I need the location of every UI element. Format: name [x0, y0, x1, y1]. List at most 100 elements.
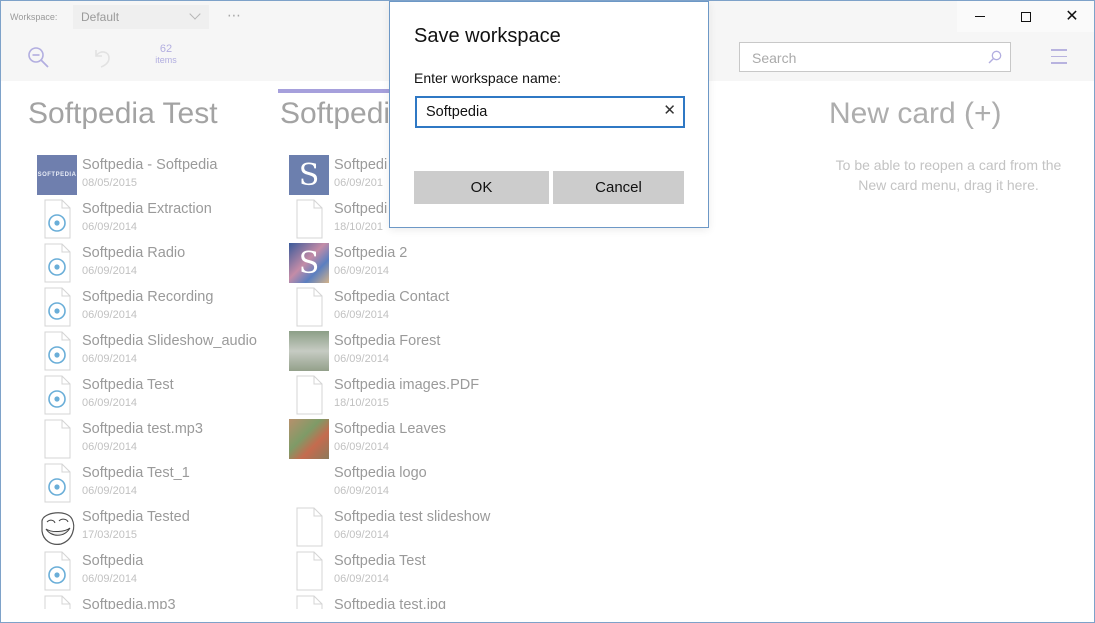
item-name: Softpedi — [334, 157, 388, 173]
item-date: 06/09/2014 — [334, 573, 390, 585]
new-card-title[interactable]: New card (+) — [829, 97, 1002, 131]
audio-file-icon — [37, 287, 77, 327]
workspace-label: Workspace: — [10, 12, 58, 22]
item-name: Softpedia test slideshow — [334, 509, 491, 525]
item-name: Softpedia images.PDF — [334, 377, 480, 393]
save-workspace-dialog: Save workspace Enter workspace name: Sof… — [389, 1, 709, 228]
card-list-item[interactable]: Softpedia test slideshow 06/09/2014 — [289, 506, 524, 550]
item-name: Softpedia - Softpedia — [82, 157, 218, 173]
chevron-down-icon — [189, 8, 201, 20]
blank-file-icon — [289, 375, 329, 415]
more-options-icon[interactable]: ⋯ — [227, 7, 242, 24]
card-list-item[interactable]: Softpedia Recording 06/09/2014 — [37, 286, 272, 330]
card-list-item[interactable]: Softpedia Contact 06/09/2014 — [289, 286, 524, 330]
item-name: Softpedia Test — [334, 553, 426, 569]
card-list-item[interactable]: Softpedia Tested 17/03/2015 — [37, 506, 272, 550]
card-list-item[interactable]: S Softpedia 2 06/09/2014 — [289, 242, 524, 286]
blank-file-icon — [37, 419, 77, 459]
card-list-item[interactable]: Softpedia 06/09/2014 — [37, 550, 272, 594]
audio-file-icon — [37, 595, 77, 609]
card-list-item[interactable]: Softpedia.mp306/09/2014 — [37, 594, 272, 609]
item-date: 18/10/201 — [334, 221, 383, 233]
workspace-name-label: Enter workspace name: — [414, 70, 562, 86]
undo-icon[interactable] — [92, 46, 114, 75]
item-date: 06/09/2014 — [334, 309, 390, 321]
forest-image — [289, 331, 329, 371]
item-date: 06/09/2014 — [82, 353, 138, 365]
card-list-item[interactable]: Softpedia Extraction 06/09/2014 — [37, 198, 272, 242]
card-list-item[interactable]: Softpedia Slideshow_audio 06/09/2014 — [37, 330, 272, 374]
blank-file-icon — [289, 551, 329, 591]
item-name: Softpedia — [82, 553, 144, 569]
hamburger-menu-icon[interactable] — [1051, 49, 1067, 65]
close-icon: ✕ — [1065, 7, 1079, 25]
item-date: 06/09/2014 — [82, 309, 138, 321]
zoom-out-icon[interactable] — [27, 46, 51, 75]
card-list-item[interactable]: Softpedia test.mp3 06/09/2014 — [37, 418, 272, 462]
card-item-list: SOFTPEDIA Softpedia - Softpedia 08/05/2015… — [37, 154, 272, 609]
cancel-button[interactable]: Cancel — [553, 171, 684, 204]
blank-file-icon — [289, 507, 329, 547]
items-counter: 62 items — [151, 43, 181, 65]
audio-file-icon — [37, 199, 77, 239]
maximize-button[interactable] — [1003, 1, 1049, 32]
workspace-name-value: Softpedia — [426, 104, 488, 120]
blank-file-icon — [289, 199, 329, 239]
blank-file-icon — [289, 595, 329, 609]
card-list-item[interactable]: Softpedia Forest 06/09/2014 — [289, 330, 524, 374]
card-list-item[interactable]: Softpedia logo 06/09/2014 — [289, 462, 524, 506]
item-name: Softpedia Test_1 — [82, 465, 190, 481]
items-count: 62 — [159, 43, 173, 55]
card-list-item[interactable]: Softpedia Radio 06/09/2014 — [37, 242, 272, 286]
workspace-dropdown-value: Default — [81, 10, 120, 24]
card-selected-indicator — [278, 89, 390, 93]
minimize-button[interactable] — [957, 1, 1003, 32]
item-date: 06/09/2014 — [82, 441, 138, 453]
search-input[interactable]: Search — [739, 42, 1011, 72]
item-name: Softpedia test.mp3 — [82, 421, 203, 437]
window-controls: ✕ — [957, 1, 1094, 32]
item-date: 06/09/201 — [334, 177, 383, 189]
item-date: 06/09/2014 — [334, 529, 390, 541]
audio-file-icon — [37, 463, 77, 503]
workspace-name-input[interactable]: Softpedia ✕ — [415, 96, 685, 128]
audio-file-icon — [37, 551, 77, 591]
card-list-item[interactable]: Softpedia Test 06/09/2014 — [289, 550, 524, 594]
audio-file-icon — [37, 243, 77, 283]
audio-file-icon — [37, 375, 77, 415]
card-list-item[interactable]: Softpedia test.jpg06/09/2014 — [289, 594, 524, 609]
workspace-dropdown[interactable]: Default — [73, 5, 209, 29]
card-list-item[interactable]: Softpedia images.PDF 18/10/2015 — [289, 374, 524, 418]
item-name: Softpedia Radio — [82, 245, 186, 261]
close-window-button[interactable]: ✕ — [1049, 1, 1094, 32]
item-name: Softpedia Extraction — [82, 201, 212, 217]
item-name: Softpedi — [334, 201, 388, 217]
new-card-hint: To be able to reopen a card from the New… — [835, 157, 1062, 193]
card-list-item[interactable]: SOFTPEDIA Softpedia - Softpedia 08/05/2015 — [37, 154, 272, 198]
clear-input-icon[interactable]: ✕ — [663, 103, 676, 118]
item-date: 06/09/2014 — [82, 485, 138, 497]
card-list-item[interactable]: Softpedia Test_1 06/09/2014 — [37, 462, 272, 506]
item-date: 06/09/2014 — [82, 573, 138, 585]
item-name: Softpedia test.jpg — [334, 597, 447, 609]
s-logo-image: S — [289, 155, 329, 195]
ok-button[interactable]: OK — [414, 171, 549, 204]
item-date: 06/09/2014 — [334, 265, 390, 277]
search-icon[interactable] — [988, 50, 1002, 69]
trollface-image — [37, 507, 77, 547]
item-name: Softpedia 2 — [334, 245, 408, 261]
dialog-title: Save workspace — [414, 25, 561, 47]
brand-image: SOFTPEDIA — [37, 155, 77, 195]
maximize-icon — [1021, 11, 1031, 22]
card-title[interactable]: Softpedia Test — [28, 97, 218, 131]
minimize-icon — [975, 16, 985, 17]
item-name: Softpedia Tested — [82, 509, 190, 525]
thumbnail-placeholder — [289, 463, 329, 503]
card-title[interactable]: Softpedia — [280, 97, 407, 131]
item-date: 06/09/2014 — [82, 397, 138, 409]
search-placeholder: Search — [752, 50, 797, 66]
items-count-label: items — [155, 55, 177, 65]
card-list-item[interactable]: Softpedia Leaves 06/09/2014 — [289, 418, 524, 462]
item-name: Softpedia Recording — [82, 289, 214, 305]
card-list-item[interactable]: Softpedia Test 06/09/2014 — [37, 374, 272, 418]
